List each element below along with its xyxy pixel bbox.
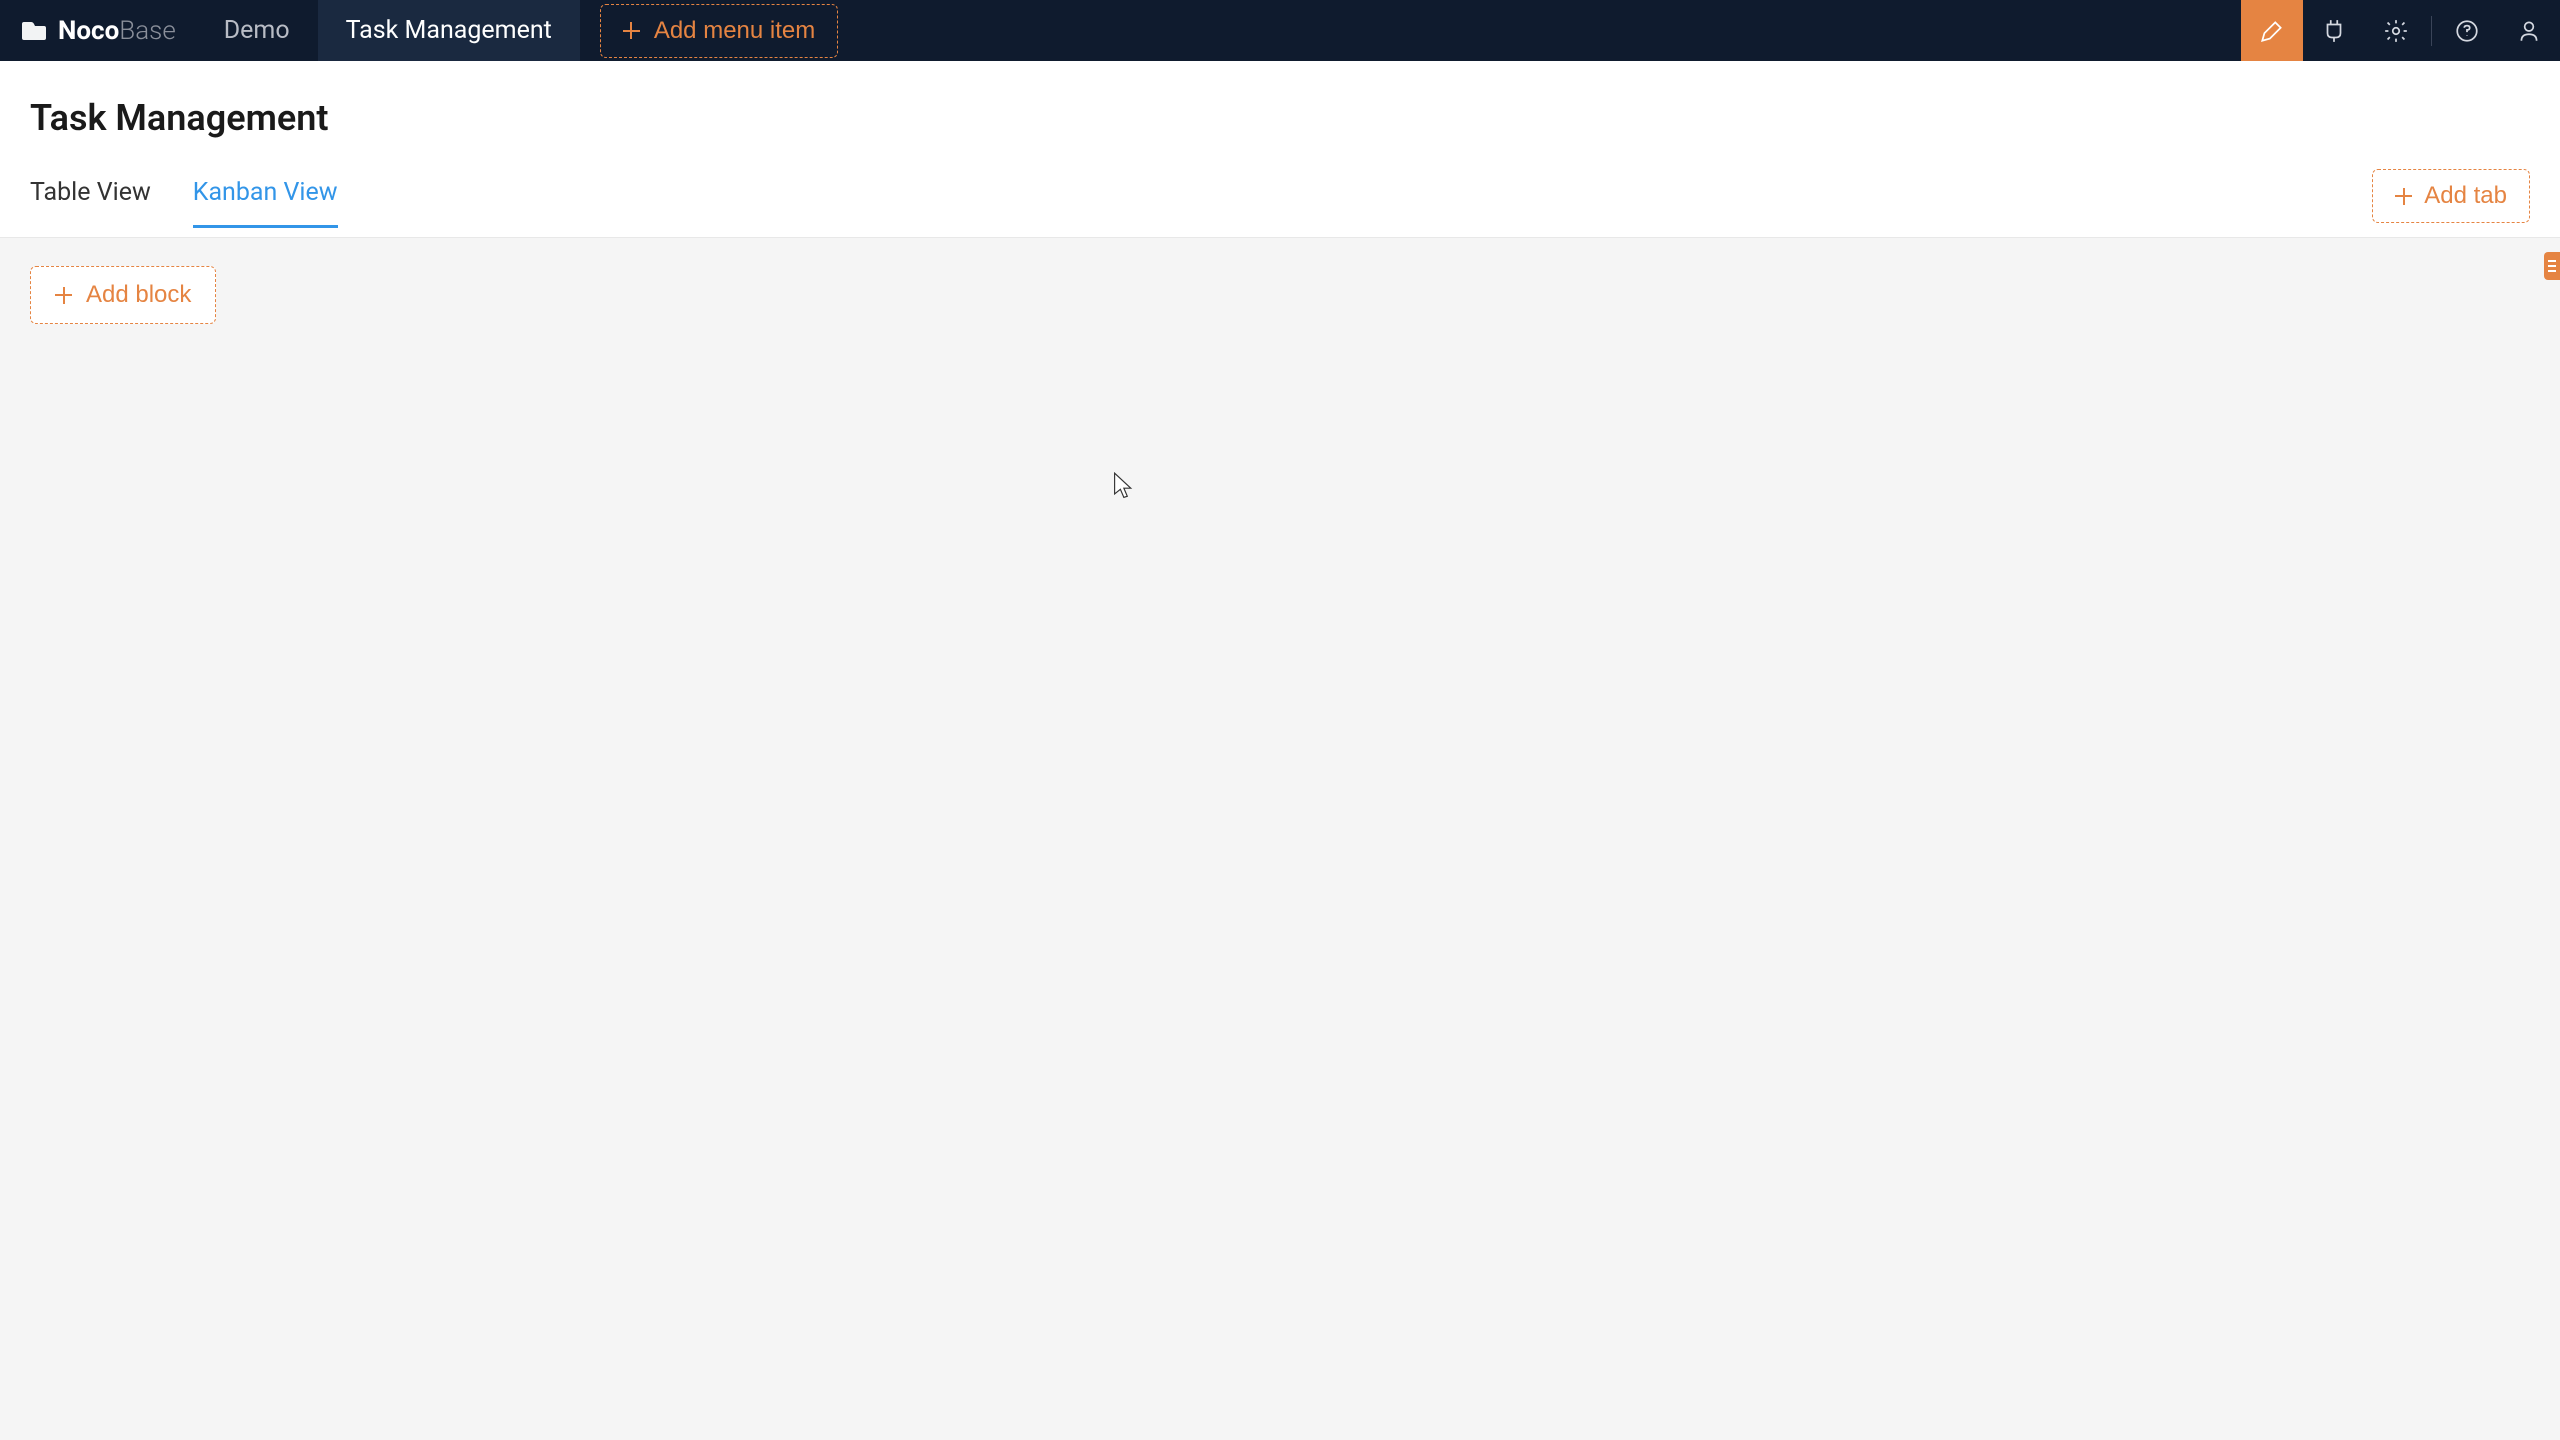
- logo[interactable]: NocoBase: [0, 0, 196, 61]
- settings-button[interactable]: [2365, 0, 2427, 61]
- handle-line: [2548, 270, 2556, 272]
- side-drawer-handle[interactable]: [2544, 252, 2560, 280]
- user-button[interactable]: [2498, 0, 2560, 61]
- tab-table-view[interactable]: Table View: [30, 178, 151, 228]
- logo-icon: [20, 20, 48, 42]
- header-left: NocoBase Demo Task Management Add menu i…: [0, 0, 838, 61]
- body-area: Add block: [0, 238, 2560, 1437]
- add-tab-button[interactable]: Add tab: [2372, 169, 2530, 223]
- nav-item-demo[interactable]: Demo: [196, 0, 318, 61]
- add-tab-label: Add tab: [2424, 182, 2507, 210]
- add-menu-item-label: Add menu item: [654, 17, 815, 45]
- plugin-button[interactable]: [2303, 0, 2365, 61]
- handle-line: [2548, 265, 2556, 267]
- plus-icon: [55, 287, 72, 304]
- user-icon: [2516, 18, 2542, 44]
- help-icon: [2454, 18, 2480, 44]
- content-header: Task Management Table View Kanban View A…: [0, 61, 2560, 238]
- header-right: [2241, 0, 2560, 61]
- add-menu-item-button[interactable]: Add menu item: [600, 4, 838, 58]
- gear-icon: [2383, 18, 2409, 44]
- logo-text-bold: Noco: [58, 16, 119, 46]
- design-mode-button[interactable]: [2241, 0, 2303, 61]
- tabs-row: Table View Kanban View Add tab: [30, 169, 2530, 237]
- plus-icon: [623, 22, 640, 39]
- help-button[interactable]: [2436, 0, 2498, 61]
- divider: [2431, 16, 2432, 46]
- top-nav-bar: NocoBase Demo Task Management Add menu i…: [0, 0, 2560, 61]
- plugin-icon: [2321, 18, 2347, 44]
- nav-item-task-management[interactable]: Task Management: [318, 0, 580, 61]
- page-title: Task Management: [30, 97, 2530, 139]
- logo-text-light: Base: [119, 16, 176, 46]
- add-block-button[interactable]: Add block: [30, 266, 216, 324]
- add-block-label: Add block: [86, 281, 191, 309]
- tabs: Table View Kanban View: [30, 178, 338, 228]
- tab-kanban-view[interactable]: Kanban View: [193, 178, 338, 228]
- pen-icon: [2259, 18, 2285, 44]
- plus-icon: [2395, 188, 2412, 205]
- handle-line: [2548, 260, 2556, 262]
